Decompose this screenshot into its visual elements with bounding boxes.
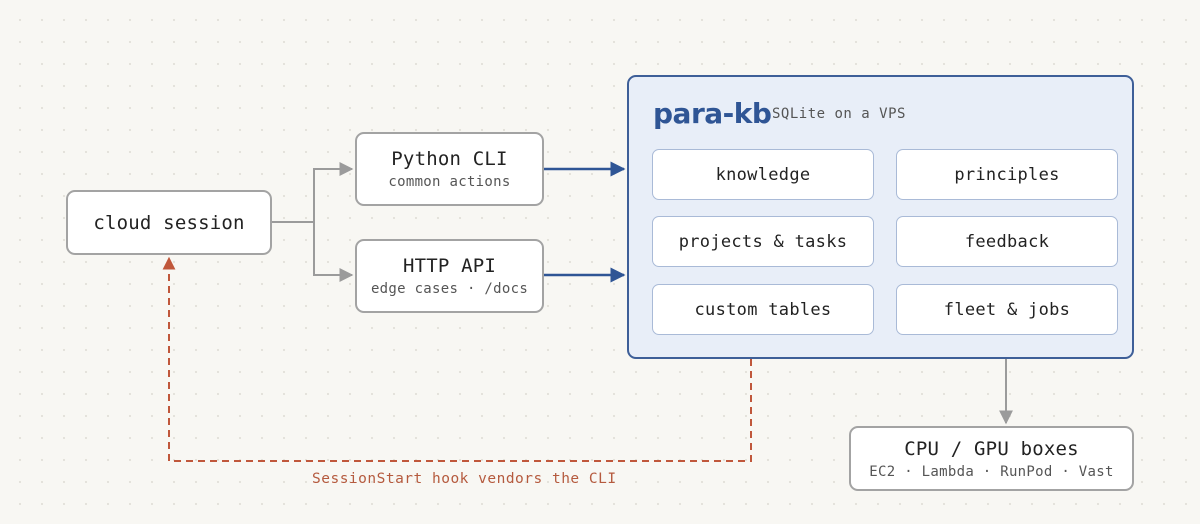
table-principles: principles <box>896 149 1118 200</box>
compute-subtitle: EC2 · Lambda · RunPod · Vast <box>869 463 1114 480</box>
table-fleet-jobs: fleet & jobs <box>896 284 1118 335</box>
python-cli-subtitle: common actions <box>388 174 511 190</box>
compute-title: CPU / GPU boxes <box>904 437 1079 460</box>
python-cli-title: Python CLI <box>391 148 508 170</box>
http-api-subtitle: edge cases · /docs <box>370 281 529 297</box>
cloud-session-label: cloud session <box>93 211 245 234</box>
para-kb-title: para-kb <box>653 97 772 130</box>
http-api-node: HTTP API edge cases · /docs <box>355 239 544 313</box>
python-cli-node: Python CLI common actions <box>355 132 544 206</box>
edge-session-to-cli <box>272 162 354 223</box>
table-projects-tasks: projects & tasks <box>652 216 874 267</box>
http-api-title: HTTP API <box>402 255 497 277</box>
table-feedback: feedback <box>896 216 1118 267</box>
edge-session-to-api <box>313 222 354 282</box>
hook-edge-label: SessionStart hook vendors the CLI <box>312 471 617 487</box>
cloud-session-node: cloud session <box>66 190 272 255</box>
table-knowledge: knowledge <box>652 149 874 200</box>
compute-node: CPU / GPU boxes EC2 · Lambda · RunPod · … <box>849 426 1134 491</box>
table-custom-tables: custom tables <box>652 284 874 335</box>
para-kb-subtitle: SQLite on a VPS <box>772 106 906 122</box>
para-kb-panel: para-kb SQLite on a VPS knowledge princi… <box>627 75 1134 359</box>
